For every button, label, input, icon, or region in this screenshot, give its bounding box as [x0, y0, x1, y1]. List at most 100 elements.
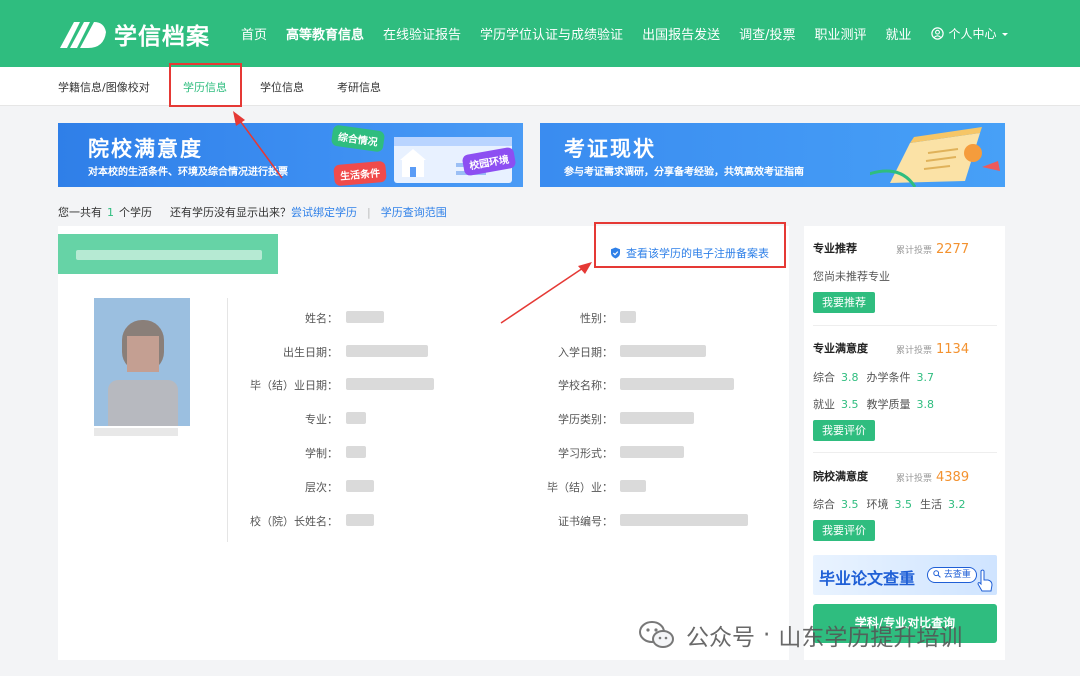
- school-satisfaction-section: 院校满意度 累计投票 4389 综合 3.5 环境 3.5 生活 3.2 我要评价: [813, 468, 997, 548]
- score-value: 3.2: [948, 498, 966, 511]
- sub-nav-bar: 学籍信息/图像校对 学历信息 学位信息 考研信息: [0, 67, 1080, 106]
- query-range-link[interactable]: 学历查询范围: [381, 204, 447, 220]
- watermark-channel: 公众号: [686, 625, 755, 651]
- school-satisfaction-votes: 累计投票 4389: [896, 470, 969, 485]
- redacted-birth-date: [346, 345, 428, 357]
- major-satisfaction-section: 专业满意度 累计投票 1134 综合 3.8 办学条件 3.7 就业 3.5 教学质量 3.8…: [813, 340, 997, 450]
- main-nav: 首页 高等教育信息 在线验证报告 学历学位认证与成绩验证 出国报告发送 调查/投…: [241, 0, 1015, 67]
- logo[interactable]: 学信档案: [58, 18, 210, 50]
- pointer-hand-icon: [977, 569, 993, 592]
- major-satisfaction-row1: 综合 3.8 办学条件 3.7: [813, 369, 942, 385]
- registration-highlight-box: [594, 222, 786, 268]
- redacted-name: [346, 311, 384, 323]
- field-label-graduation-date: 毕（结）业日期：: [250, 379, 338, 392]
- votes-count: 1134: [936, 342, 970, 357]
- redacted-gender: [620, 311, 636, 323]
- redacted-degree-type: [620, 412, 694, 424]
- logo-icon: [60, 22, 106, 48]
- record-count: 1: [107, 205, 114, 219]
- field-label-school-name: 学校名称：: [558, 379, 613, 392]
- certificate-illustration-icon: [870, 127, 1000, 187]
- redacted-president: [346, 514, 374, 526]
- user-center-label: 个人中心: [948, 27, 997, 41]
- major-recommend-section: 专业推荐 累计投票 2277 您尚未推荐专业 我要推荐: [813, 240, 997, 330]
- redacted-level: [346, 480, 374, 492]
- field-label-major: 专业：: [305, 413, 338, 426]
- score-label: 综合: [813, 371, 835, 384]
- link-separator: |: [367, 205, 371, 219]
- summary-suffix: 个学历: [119, 206, 152, 219]
- field-label-name: 姓名：: [305, 312, 338, 325]
- redacted-graduation-date: [346, 378, 434, 390]
- school-satisfaction-row1: 综合 3.5 环境 3.5 生活 3.2: [813, 496, 974, 512]
- banner-school-satisfaction[interactable]: 院校满意度 对本校的生活条件、环境及综合情况进行投票 综合情况 生活条件 校园环…: [58, 123, 523, 187]
- nav-item-overseas-report[interactable]: 出国报告发送: [642, 24, 720, 43]
- major-satisfaction-title: 专业满意度: [813, 342, 868, 355]
- search-icon: [933, 570, 941, 578]
- photo-divider: [227, 298, 228, 542]
- tab-postgraduate-exam[interactable]: 考研信息: [337, 79, 381, 95]
- caret-down-icon: [1001, 32, 1008, 36]
- thesis-check-title: 毕业论文查重: [819, 569, 916, 588]
- banner-title: 院校满意度: [88, 137, 203, 161]
- tab-annotation-arrow-icon: [233, 111, 283, 179]
- tag-living-conditions: 生活条件: [333, 160, 387, 187]
- nav-item-online-report[interactable]: 在线验证报告: [383, 24, 461, 43]
- user-center-menu[interactable]: 个人中心: [930, 25, 1015, 42]
- score-label: 办学条件: [866, 371, 911, 384]
- wechat-watermark: 公众号 · 山东学历提升培训: [638, 618, 962, 652]
- votes-label: 累计投票: [896, 474, 933, 484]
- score-value: 3.5: [841, 398, 859, 411]
- tab-highlight-box: [169, 63, 242, 107]
- redacted-study-form: [620, 446, 684, 458]
- sidebar-panel: 专业推荐 累计投票 2277 您尚未推荐专业 我要推荐 专业满意度 累计投票 113…: [804, 226, 1005, 660]
- sidebar-divider: [813, 325, 997, 326]
- redacted-major: [346, 412, 366, 424]
- major-recommend-empty: 您尚未推荐专业: [813, 270, 890, 283]
- field-label-president: 校（院）长姓名：: [250, 515, 338, 528]
- field-label-degree-type: 学历类别：: [558, 413, 613, 426]
- score-value: 3.5: [841, 498, 859, 511]
- score-label: 教学质量: [866, 398, 911, 411]
- nav-item-career-test[interactable]: 职业测评: [814, 24, 866, 43]
- nav-item-survey[interactable]: 调查/投票: [739, 24, 795, 43]
- redacted-certificate-number: [620, 514, 748, 526]
- academic-record-card: 查看该学历的电子注册备案表 姓名： 出生日期： 毕（结）业日期： 专业： 学制：…: [58, 222, 789, 660]
- banner-certificate-survey[interactable]: 考证现状 参与考证需求调研，分享备考经验，共筑高效考证指南: [540, 123, 1005, 187]
- votes-count: 2277: [936, 242, 970, 257]
- thesis-check-banner[interactable]: 毕业论文查重 去查重: [813, 555, 997, 595]
- score-value: 3.7: [916, 371, 935, 384]
- rate-school-button[interactable]: 我要评价: [813, 520, 875, 541]
- banner-subtitle: 参与考证需求调研，分享备考经验，共筑高效考证指南: [564, 167, 804, 178]
- redacted-school-name: [76, 250, 262, 260]
- tab-degree-info[interactable]: 学位信息: [260, 79, 304, 95]
- votes-label: 累计投票: [896, 246, 933, 256]
- nav-item-higher-education[interactable]: 高等教育信息: [286, 24, 364, 43]
- rate-major-button[interactable]: 我要评价: [813, 420, 875, 441]
- field-label-study-form: 学习形式：: [558, 447, 613, 460]
- missing-record-text: 还有学历没有显示出来？: [170, 206, 291, 219]
- top-nav-bar: 学信档案 首页 高等教育信息 在线验证报告 学历学位认证与成绩验证 出国报告发送…: [0, 0, 1080, 67]
- votes-count: 4389: [936, 470, 970, 485]
- sidebar-divider: [813, 452, 997, 453]
- student-photo: [94, 298, 190, 426]
- field-label-gender: 性别：: [580, 312, 613, 325]
- tab-student-status[interactable]: 学籍信息/图像校对: [58, 79, 150, 95]
- nav-item-home[interactable]: 首页: [241, 24, 267, 43]
- summary-prefix: 您一共有: [58, 206, 102, 219]
- field-label-certificate-number: 证书编号：: [558, 515, 613, 528]
- recommend-major-button[interactable]: 我要推荐: [813, 292, 875, 313]
- score-label: 环境: [866, 498, 889, 511]
- field-label-birth-date: 出生日期：: [283, 346, 338, 359]
- field-label-duration: 学制：: [305, 447, 338, 460]
- field-label-level: 层次：: [305, 481, 338, 494]
- tag-overall: 综合情况: [330, 124, 386, 153]
- major-recommend-votes: 累计投票 2277: [896, 242, 969, 257]
- nav-item-certification[interactable]: 学历学位认证与成绩验证: [480, 24, 623, 43]
- score-label: 综合: [813, 498, 835, 511]
- school-name-badge: [58, 234, 278, 274]
- nav-item-employment[interactable]: 就业: [885, 24, 911, 43]
- bind-record-link[interactable]: 尝试绑定学历: [291, 204, 357, 220]
- watermark-dot: ·: [763, 622, 771, 648]
- redacted-enrollment-date: [620, 345, 706, 357]
